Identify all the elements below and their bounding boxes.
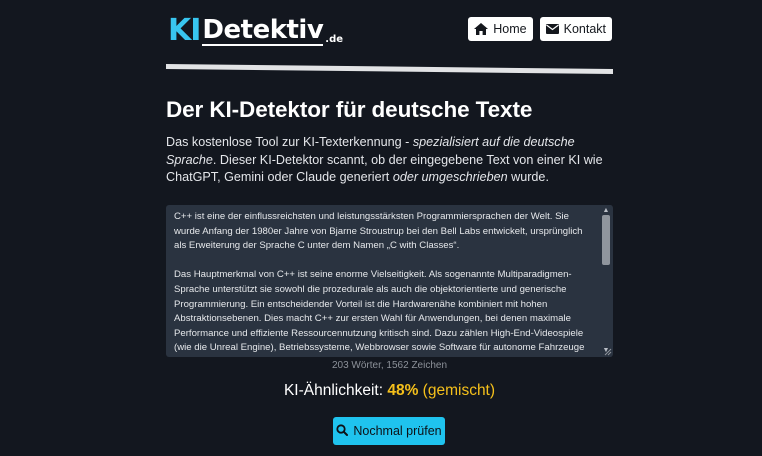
site-header: KI Detektiv .de Home Kontakt [168,12,612,46]
text-paragraph: Das Hauptmerkmal von C++ ist seine enorm… [174,269,585,357]
scroll-up-arrow-icon[interactable]: ▲ [602,207,610,214]
word-count: 203 Wörter, 1562 Zeichen [331,360,448,371]
logo-ki-text: KI [168,13,201,48]
intro-text: Das kostenlose Tool zur KI-Texterkennung… [166,135,603,184]
recheck-button[interactable]: Nochmal prüfen [333,417,445,445]
page-title: Der KI-Detektor für deutsche Texte [166,97,533,122]
intro-emphasis-2: oder umgeschrieben [392,170,508,184]
result-percent: 48% [387,382,419,399]
resize-grip-icon[interactable] [604,348,612,356]
ai-similarity-result: KI-Ähnlichkeit: 48% (gemischt) [166,382,613,400]
text-paragraph: C++ ist eine der einflussreichsten und l… [174,211,583,252]
contact-button-label: Kontakt [563,22,606,36]
text-input-content[interactable]: C++ ist eine der einflussreichsten und l… [174,210,595,357]
contact-button[interactable]: Kontakt [539,17,612,41]
home-button[interactable]: Home [468,17,533,41]
header-divider [166,64,613,74]
home-icon [474,23,489,35]
envelope-icon [545,24,559,34]
home-button-label: Home [493,22,527,36]
text-input-area[interactable]: C++ ist eine der einflussreichsten und l… [166,205,613,357]
scrollbar-thumb[interactable] [602,215,610,265]
textarea-scrollbar[interactable]: ▲ ▼ [600,205,612,357]
result-label: KI-Ähnlichkeit: [283,382,388,399]
site-logo[interactable]: KI Detektiv .de [168,12,343,46]
recheck-button-label: Nochmal prüfen [353,424,442,438]
result-classification: (gemischt) [418,382,496,399]
main-nav: Home Kontakt [468,17,612,41]
logo-tld-text: .de [325,34,344,45]
search-icon [336,423,349,439]
logo-name-text: Detektiv [202,15,324,46]
